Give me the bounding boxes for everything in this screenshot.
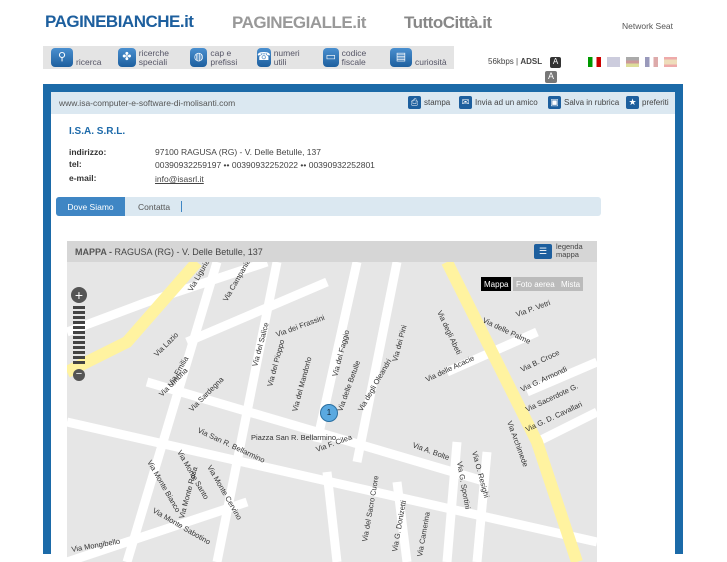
book-icon: ▤ [390,48,412,67]
speed-56k[interactable]: 56kbps [488,57,514,66]
send-friend-button[interactable]: ✉ Invia ad un amico [459,96,538,109]
email-link[interactable]: info@isasrl.it [155,174,204,184]
street-label: Via Lazio [152,330,180,358]
url-bar: www.isa-computer-e-software-di-molisanti… [51,92,675,114]
website-link[interactable]: www.isa-computer-e-software-di-molisanti… [59,98,235,108]
contacts-icon: ▣ [548,96,561,109]
clover-icon: ✤ [118,48,136,67]
nav-numeri-utili[interactable]: ☎ numeri utili [257,48,300,67]
paginegialle-logo[interactable]: PAGINEGIALLE.it [232,13,366,33]
globe-icon: ◍ [190,48,208,67]
street-label: Via dei Frassini [275,313,326,339]
save-contacts-button[interactable]: ▣ Salva in rubrica [548,96,619,109]
address-value: 97100 RAGUSA (RG) - V. Delle Betulle, 13… [155,147,321,157]
map-type-mappa[interactable]: Mappa [481,277,512,291]
tel-label: tel: [69,159,82,169]
zoom-control[interactable]: + − [71,287,89,387]
print-button[interactable]: ⎙ stampa [408,96,450,109]
map-type-foto-aerea[interactable]: Foto aerea [513,277,558,291]
print-icon: ⎙ [408,96,421,109]
paginebianche-logo[interactable]: PAGINEBIANCHE.it [45,12,194,32]
tab-contatta[interactable]: Contatta [138,197,170,216]
map-subtitle: RAGUSA (RG) - V. Delle Betulle, 137 [114,246,263,257]
content-frame: www.isa-computer-e-software-di-molisanti… [43,84,683,562]
street-label: Via P. Vetri [515,298,552,319]
tab-dove-siamo[interactable]: Dove Siamo [56,197,125,216]
flag-fr-icon[interactable] [645,57,658,67]
flag-de-icon[interactable] [626,57,639,67]
street-label: Via degli Abeti [435,309,463,356]
language-flags [588,57,677,67]
address-label: indirizzo: [69,147,107,157]
list-icon: ☰ [534,243,552,259]
search-icon: ⚲ [51,48,73,67]
tel-value: 00390932259197 •• 00390932252022 •• 0039… [155,160,375,170]
speed-adsl[interactable]: ADSL [520,57,542,66]
nav-codice-fiscale[interactable]: ▭ codice fiscale [323,48,378,67]
street-label: Piazza San R. Bellarmino [251,433,336,442]
street-label: Via dei Pini [390,324,408,363]
company-name: I.S.A. S.R.L. [69,126,126,137]
street-label: Via delle Acacie [424,353,476,383]
nav-cap-prefissi[interactable]: ◍ cap e prefissi [190,48,250,67]
font-size-button[interactable]: A [550,57,561,68]
main-nav: ⚲ ricerca ✤ ricerche speciali ◍ cap e prefi… [43,46,454,69]
tuttocitta-logo[interactable]: TuttoCittà.it [404,13,492,33]
zoom-slider[interactable] [73,306,85,366]
flag-it-icon[interactable] [588,57,601,67]
favorites-button[interactable]: ★ preferiti [626,96,669,109]
email-label: e-mail: [69,173,97,183]
card-icon: ▭ [323,48,339,67]
map-legend-button[interactable]: ☰ legenda mappa [534,243,586,259]
nav-ricerca[interactable]: ⚲ ricerca [51,48,102,67]
mail-icon: ✉ [459,96,472,109]
phone-icon: ☎ [257,48,271,67]
street-label: Via del Mandorlo [290,356,313,413]
flag-es-icon[interactable] [664,57,677,67]
map[interactable]: Via Lazio Via Emilia Via Umbria Via Sard… [67,262,597,562]
speed-selector: 56kbps | ADSL [488,57,543,66]
flag-en-icon[interactable] [607,57,620,67]
star-icon: ★ [626,96,639,109]
street-label: Via Camerina [415,510,432,557]
tabs: Dove Siamo Contatta [56,197,601,216]
street-label: Via Monte Rosa [177,465,200,520]
zoom-out-icon[interactable]: − [73,369,85,381]
nav-ricerche-speciali[interactable]: ✤ ricerche speciali [118,48,188,67]
network-seat-link[interactable]: Network Seat [622,21,673,31]
nav-curiosita[interactable]: ▤ curiosità [390,48,447,67]
map-title: MAPPA - [75,246,112,257]
tab-divider [181,201,182,212]
font-size-large-button[interactable]: A [545,71,557,83]
street-label: Via del Pioppo [265,339,286,388]
location-marker[interactable]: 1 [320,404,338,422]
map-header: MAPPA - RAGUSA (RG) - V. Delle Betulle, … [67,241,597,262]
zoom-in-icon[interactable]: + [71,287,87,303]
street-label: Via del Salice [250,321,270,367]
map-type-mista[interactable]: Mista [558,277,584,291]
